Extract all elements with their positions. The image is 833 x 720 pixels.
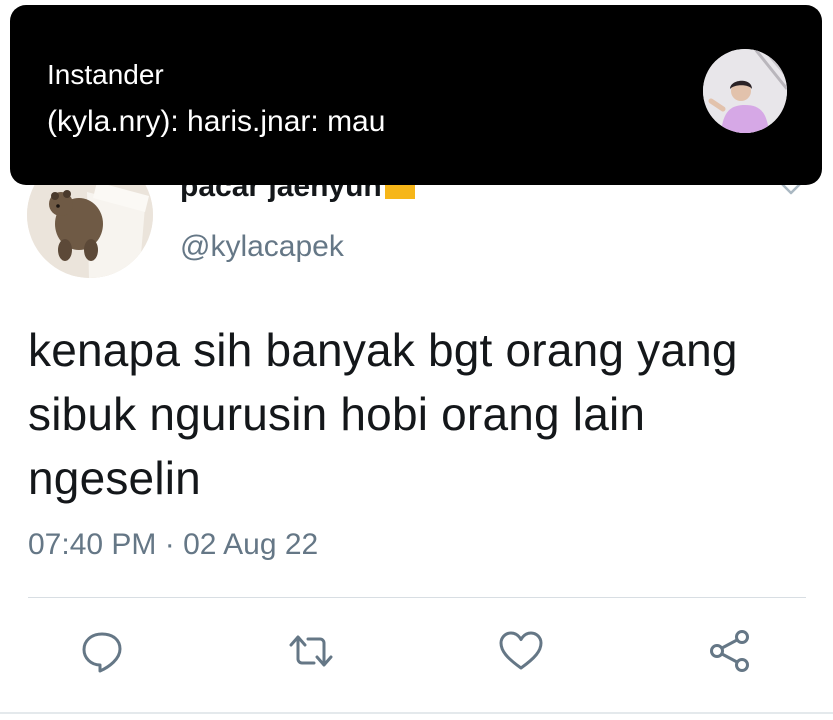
notification-message: (kyla.nry): haris.jnar: mau <box>47 105 386 138</box>
tweet-timestamp[interactable]: 07:40 PM · 02 Aug 22 <box>28 528 318 562</box>
bottom-divider <box>0 712 833 714</box>
reply-icon[interactable] <box>78 627 126 675</box>
user-handle[interactable]: @kylacapek <box>180 230 344 264</box>
share-icon[interactable] <box>706 627 754 675</box>
like-icon[interactable] <box>497 627 545 675</box>
meta-separator: · <box>164 528 175 561</box>
notification-avatar <box>703 49 787 133</box>
divider <box>28 597 806 598</box>
tweet-date: 02 Aug 22 <box>183 528 319 561</box>
retweet-icon[interactable] <box>287 627 335 675</box>
tweet-time: 07:40 PM <box>28 528 157 561</box>
tweet-text: kenapa sih banyak bgt orang yang sibuk n… <box>28 324 738 504</box>
notification-banner[interactable]: Instander (kyla.nry): haris.jnar: mau <box>10 5 822 185</box>
notification-app-name: Instander <box>47 59 164 90</box>
user-photo-icon <box>703 49 787 133</box>
